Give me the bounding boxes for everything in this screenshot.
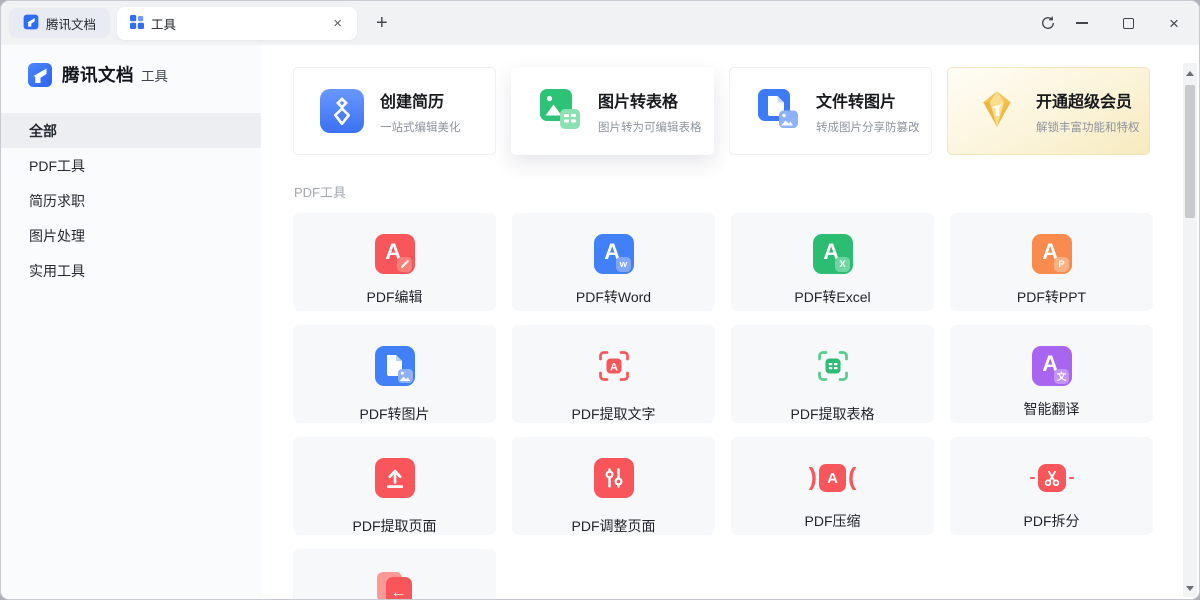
feature-card-super-vip[interactable]: 开通超级会员 解锁丰富功能和特权 bbox=[947, 67, 1150, 155]
tool-label: PDF转图片 bbox=[360, 404, 430, 424]
feature-text: 创建简历 一站式编辑美化 bbox=[380, 88, 461, 135]
smart-translate-icon: A文 bbox=[1032, 346, 1072, 386]
tool-card-pdf-extract-text[interactable]: A PDF提取文字 bbox=[512, 325, 715, 423]
pdf-to-ppt-icon: AP bbox=[1032, 234, 1072, 274]
pdf-to-image-icon bbox=[375, 346, 415, 391]
feature-title: 图片转表格 bbox=[598, 88, 702, 112]
image-to-table-icon bbox=[538, 87, 582, 136]
tencent-docs-logo-icon bbox=[27, 62, 53, 93]
tool-card-pdf-to-excel[interactable]: AX PDF转Excel bbox=[731, 213, 934, 311]
tool-card-pdf-merge[interactable]: ← bbox=[293, 549, 496, 599]
resume-tie-icon bbox=[320, 89, 364, 133]
sidebar-item-pdf-tools[interactable]: PDF工具 bbox=[1, 148, 261, 183]
sidebar-item-utilities[interactable]: 实用工具 bbox=[1, 253, 261, 288]
feature-card-file-to-image[interactable]: 文件转图片 转成图片分享防篡改 bbox=[729, 67, 932, 155]
tools-grid-icon bbox=[130, 15, 144, 32]
pdf-extract-text-icon: A bbox=[594, 346, 634, 391]
minimize-icon[interactable] bbox=[1067, 8, 1097, 38]
tool-label: PDF转PPT bbox=[1017, 287, 1086, 307]
pdf-extract-table-icon bbox=[813, 346, 853, 391]
pdf-extract-page-icon bbox=[375, 458, 415, 503]
tool-label: PDF转Word bbox=[576, 287, 651, 307]
tab-close-icon[interactable]: × bbox=[329, 14, 346, 33]
tab-label: 工具 bbox=[151, 14, 176, 33]
tool-label: PDF提取页面 bbox=[353, 516, 437, 536]
tool-label: 智能翻译 bbox=[1024, 399, 1080, 419]
tool-card-smart-translate[interactable]: A文 智能翻译 bbox=[950, 325, 1153, 423]
new-tab-button[interactable]: + bbox=[370, 12, 394, 35]
feature-subtitle: 解锁丰富功能和特权 bbox=[1036, 119, 1140, 135]
tool-label: PDF提取文字 bbox=[572, 404, 656, 424]
feature-text: 开通超级会员 解锁丰富功能和特权 bbox=[1036, 88, 1140, 135]
tool-label: PDF编辑 bbox=[367, 287, 423, 307]
feature-card-image-to-table[interactable]: 图片转表格 图片转为可编辑表格 bbox=[511, 67, 714, 155]
sidebar-item-label: 实用工具 bbox=[29, 261, 85, 281]
content-area: 创建简历 一站式编辑美化 图片转表格 图片转为可编辑表格 bbox=[261, 45, 1199, 599]
tool-label: PDF转Excel bbox=[794, 287, 870, 307]
feature-card-create-resume[interactable]: 创建简历 一站式编辑美化 bbox=[293, 67, 496, 155]
sidebar-item-label: 全部 bbox=[29, 121, 57, 141]
pdf-edit-icon: A bbox=[375, 234, 415, 274]
maximize-icon[interactable] bbox=[1113, 8, 1143, 38]
tool-card-pdf-to-image[interactable]: PDF转图片 bbox=[293, 325, 496, 423]
file-to-image-icon bbox=[756, 87, 800, 136]
sidebar-item-label: 图片处理 bbox=[29, 226, 85, 246]
sidebar-item-label: PDF工具 bbox=[29, 156, 85, 176]
feature-subtitle: 图片转为可编辑表格 bbox=[598, 119, 702, 135]
close-icon[interactable]: × bbox=[1159, 8, 1189, 38]
refresh-icon[interactable] bbox=[1033, 8, 1063, 38]
pdf-merge-icon: ← bbox=[375, 570, 415, 599]
pdf-to-word-icon: Aw bbox=[594, 234, 634, 274]
main-row: 腾讯文档 工具 全部 PDF工具 简历求职 图片处理 实用工具 创建简历 一站式… bbox=[1, 45, 1199, 599]
vertical-scrollbar[interactable] bbox=[1183, 63, 1197, 597]
tab-tencent-docs[interactable]: 腾讯文档 bbox=[9, 8, 110, 38]
tool-card-pdf-adjust-page[interactable]: PDF调整页面 bbox=[512, 437, 715, 535]
section-title: PDF工具 bbox=[294, 182, 1199, 201]
sidebar: 腾讯文档 工具 全部 PDF工具 简历求职 图片处理 实用工具 bbox=[1, 45, 261, 599]
scrollbar-thumb[interactable] bbox=[1185, 85, 1195, 218]
feature-row: 创建简历 一站式编辑美化 图片转表格 图片转为可编辑表格 bbox=[293, 67, 1199, 155]
app-window: 腾讯文档 工具 × + × 腾讯文档 bbox=[0, 0, 1200, 600]
pdf-compress-icon: )A( bbox=[809, 458, 857, 498]
brand-suffix: 工具 bbox=[141, 65, 168, 85]
feature-title: 开通超级会员 bbox=[1036, 88, 1140, 112]
feature-subtitle: 转成图片分享防篡改 bbox=[816, 119, 920, 135]
tool-label: PDF拆分 bbox=[1024, 511, 1080, 531]
tool-grid: A PDF编辑 Aw PDF转Word AX PDF转Excel bbox=[293, 213, 1199, 599]
tool-label: PDF提取表格 bbox=[791, 404, 875, 424]
tool-label: PDF调整页面 bbox=[572, 516, 656, 536]
pdf-adjust-page-icon bbox=[594, 458, 634, 503]
vip-diamond-icon bbox=[974, 86, 1020, 137]
tool-card-pdf-to-ppt[interactable]: AP PDF转PPT bbox=[950, 213, 1153, 311]
tool-card-pdf-edit[interactable]: A PDF编辑 bbox=[293, 213, 496, 311]
pdf-split-icon bbox=[1030, 458, 1074, 498]
scroll-up-icon[interactable] bbox=[1186, 71, 1194, 76]
feature-subtitle: 一站式编辑美化 bbox=[380, 119, 461, 135]
tab-tools[interactable]: 工具 × bbox=[117, 7, 357, 40]
feature-text: 文件转图片 转成图片分享防篡改 bbox=[816, 88, 920, 135]
tool-label: PDF压缩 bbox=[805, 511, 861, 531]
feature-title: 创建简历 bbox=[380, 88, 461, 112]
feature-title: 文件转图片 bbox=[816, 88, 920, 112]
tencent-docs-logo-icon bbox=[23, 14, 39, 33]
tool-card-pdf-compress[interactable]: )A( PDF压缩 bbox=[731, 437, 934, 535]
tool-card-pdf-to-word[interactable]: Aw PDF转Word bbox=[512, 213, 715, 311]
sidebar-item-resume-jobs[interactable]: 简历求职 bbox=[1, 183, 261, 218]
brand: 腾讯文档 工具 bbox=[27, 62, 261, 93]
feature-text: 图片转表格 图片转为可编辑表格 bbox=[598, 88, 702, 135]
sidebar-item-label: 简历求职 bbox=[29, 191, 85, 211]
scroll-down-icon[interactable] bbox=[1186, 586, 1194, 591]
sidebar-item-image-processing[interactable]: 图片处理 bbox=[1, 218, 261, 253]
tool-card-pdf-extract-page[interactable]: PDF提取页面 bbox=[293, 437, 496, 535]
tool-card-pdf-extract-table[interactable]: PDF提取表格 bbox=[731, 325, 934, 423]
tab-bar: 腾讯文档 工具 × + × bbox=[1, 1, 1199, 45]
tool-card-pdf-split[interactable]: PDF拆分 bbox=[950, 437, 1153, 535]
pdf-to-excel-icon: AX bbox=[813, 234, 853, 274]
svg-text:A: A bbox=[610, 361, 618, 373]
tab-label: 腾讯文档 bbox=[46, 14, 96, 33]
window-controls: × bbox=[1033, 8, 1199, 38]
sidebar-item-all[interactable]: 全部 bbox=[1, 113, 261, 148]
brand-name: 腾讯文档 bbox=[62, 62, 134, 87]
